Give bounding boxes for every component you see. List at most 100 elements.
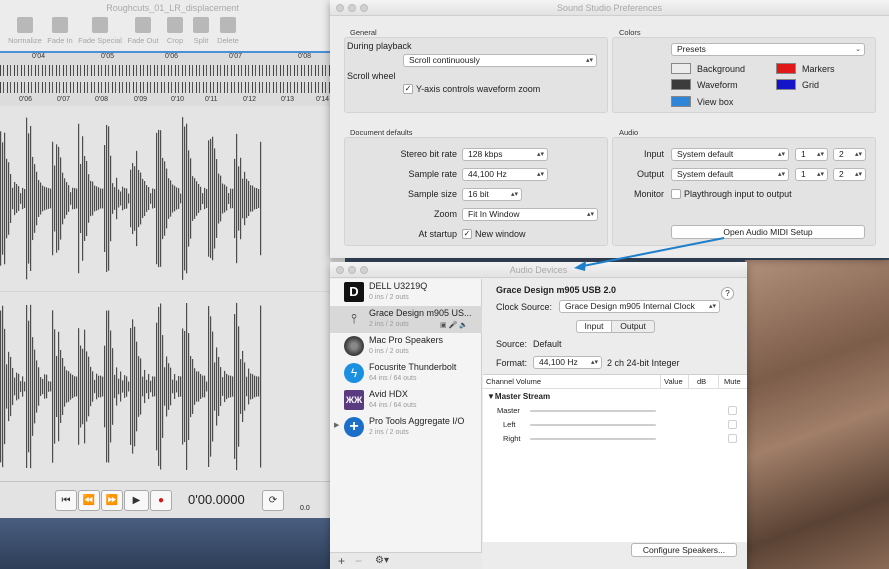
waveform-sample [72, 374, 74, 399]
waveform-sample [36, 171, 38, 226]
delete-button[interactable]: Delete [206, 17, 250, 45]
waveform-swatch[interactable] [671, 79, 691, 90]
go-to-start-button[interactable]: ⏮ [55, 490, 77, 511]
playthrough-checkbox[interactable] [671, 189, 681, 199]
record-button[interactable]: ● [150, 490, 172, 511]
input-select[interactable]: System default ▴▾ [671, 148, 789, 161]
waveform-sample [226, 186, 228, 211]
new-window-checkbox[interactable]: ✓ [462, 229, 472, 239]
right-channel[interactable] [0, 292, 335, 481]
master-mute-checkbox[interactable] [728, 406, 737, 415]
waveform-sample [150, 380, 152, 393]
ruler-tick: 0'07 [57, 96, 71, 103]
waveform-sample [138, 356, 140, 417]
play-button[interactable]: ▶ [124, 490, 149, 511]
overview-timeline[interactable]: 0'04 0'05 0'06 0'07 0'08 0'06 0'07 0'08 … [0, 51, 335, 106]
disclosure-triangle-icon[interactable]: ▶ [334, 421, 339, 429]
grid-swatch[interactable] [776, 79, 796, 90]
add-device-button[interactable]: + [338, 554, 345, 568]
yaxis-checkbox[interactable]: ✓ [403, 84, 413, 94]
fade-special-button[interactable]: Fade Special [78, 17, 122, 45]
format-select[interactable]: 44,100 Hz ▴▾ [533, 356, 602, 369]
waveform-sample [192, 359, 194, 414]
minimize-button[interactable] [348, 266, 356, 274]
audio-group-label: Audio [619, 128, 639, 137]
master-volume-slider[interactable] [530, 410, 656, 412]
zoom-button[interactable] [360, 4, 368, 12]
fade-in-button[interactable]: Fade In [38, 17, 82, 45]
device-item-grace[interactable]: ⫯ Grace Design m905 US... 2 ins / 2 outs… [330, 306, 482, 333]
stereo-bit-rate-select[interactable]: 128 kbps ▴▾ [462, 148, 548, 161]
waveform-sample [88, 174, 90, 223]
loop-button[interactable]: ⟳ [262, 490, 284, 511]
waveform-sample [74, 187, 76, 210]
waveform-sample [134, 326, 136, 447]
left-channel[interactable] [0, 106, 335, 291]
presets-select[interactable]: Presets ⌄ [671, 43, 865, 56]
waveform-sample [214, 148, 216, 249]
waveform-sample [196, 181, 198, 216]
output-channel-1[interactable]: 1 ▴▾ [795, 168, 828, 181]
configure-speakers-button[interactable]: Configure Speakers... [631, 543, 737, 557]
waveform-sample [218, 173, 220, 224]
waveform-sample [108, 310, 110, 463]
device-name: DELL U3219Q [369, 281, 428, 291]
clock-source-select[interactable]: Grace Design m905 Internal Clock ▴▾ [559, 300, 720, 313]
waveform-sample [22, 187, 24, 210]
device-item-avid-hdx[interactable]: ЖЖ Avid HDX 64 ins / 64 outs [330, 387, 482, 414]
input-channel-2[interactable]: 2 ▴▾ [833, 148, 866, 161]
waveform-sample [126, 188, 128, 209]
updown-icon: ▴▾ [590, 359, 598, 366]
during-playback-select[interactable]: Scroll continuously ▴▾ [403, 54, 597, 67]
right-volume-slider[interactable] [530, 438, 656, 440]
viewbox-swatch[interactable] [671, 96, 691, 107]
waveform-sample [30, 304, 32, 469]
minimize-button[interactable] [348, 4, 356, 12]
waveform-sample [244, 362, 246, 411]
waveform-sample [176, 380, 178, 393]
zoom-button[interactable] [360, 266, 368, 274]
fast-forward-button[interactable]: ⏩ [101, 490, 123, 511]
device-item-mac-pro-speakers[interactable]: Mac Pro Speakers 0 ins / 2 outs [330, 333, 482, 360]
waveform-sample [18, 373, 20, 400]
help-button[interactable]: ? [721, 287, 734, 300]
displayport-icon: D [344, 282, 364, 302]
background-swatch[interactable] [671, 63, 691, 74]
colors-group-label: Colors [619, 28, 641, 37]
sample-size-select[interactable]: 16 bit ▴▾ [462, 188, 522, 201]
device-item-pro-tools-aggregate[interactable]: ▶ + Pro Tools Aggregate I/O 2 ins / 2 ou… [330, 414, 482, 441]
close-button[interactable] [336, 266, 344, 274]
waveform-sample [144, 369, 146, 404]
waveform-sample [46, 374, 48, 399]
waveform-sample [250, 185, 252, 212]
waveform-area[interactable] [0, 106, 335, 481]
tab-input[interactable]: Input [576, 320, 612, 333]
left-volume-slider[interactable] [530, 424, 656, 426]
rewind-button[interactable]: ⏪ [78, 490, 100, 511]
updown-icon: ▴▾ [708, 303, 716, 310]
zoom-select[interactable]: Fit In Window ▴▾ [462, 208, 598, 221]
gear-menu-button[interactable]: ⚙▾ [375, 555, 389, 566]
sample-rate-select[interactable]: 44,100 Hz ▴▾ [462, 168, 548, 181]
waveform-sample [148, 373, 150, 400]
markers-swatch[interactable] [776, 63, 796, 74]
right-mute-checkbox[interactable] [728, 434, 737, 443]
open-audio-midi-setup-button[interactable]: Open Audio MIDI Setup [671, 225, 865, 239]
remove-device-button[interactable]: − [355, 554, 362, 568]
output-select[interactable]: System default ▴▾ [671, 168, 789, 181]
waveform-sample [104, 145, 106, 252]
left-mute-checkbox[interactable] [728, 420, 737, 429]
output-channel-2[interactable]: 2 ▴▾ [833, 168, 866, 181]
device-item-dell[interactable]: D DELL U3219Q 0 ins / 2 outs [330, 279, 482, 306]
input-channel-1[interactable]: 1 ▴▾ [795, 148, 828, 161]
general-group: During playback Scroll continuously ▴▾ Sc… [344, 37, 608, 113]
tab-output[interactable]: Output [611, 320, 655, 333]
waveform-sample [98, 375, 100, 398]
column-mute: Mute [724, 377, 741, 386]
master-stream-row[interactable]: ▼Master Stream [487, 392, 550, 401]
waveform-sample [100, 188, 102, 209]
close-button[interactable] [336, 4, 344, 12]
device-item-focusrite[interactable]: ϟ Focusrite Thunderbolt 64 ins / 64 outs [330, 360, 482, 387]
waveform-sample [204, 187, 206, 210]
waveform-sample [110, 330, 112, 443]
